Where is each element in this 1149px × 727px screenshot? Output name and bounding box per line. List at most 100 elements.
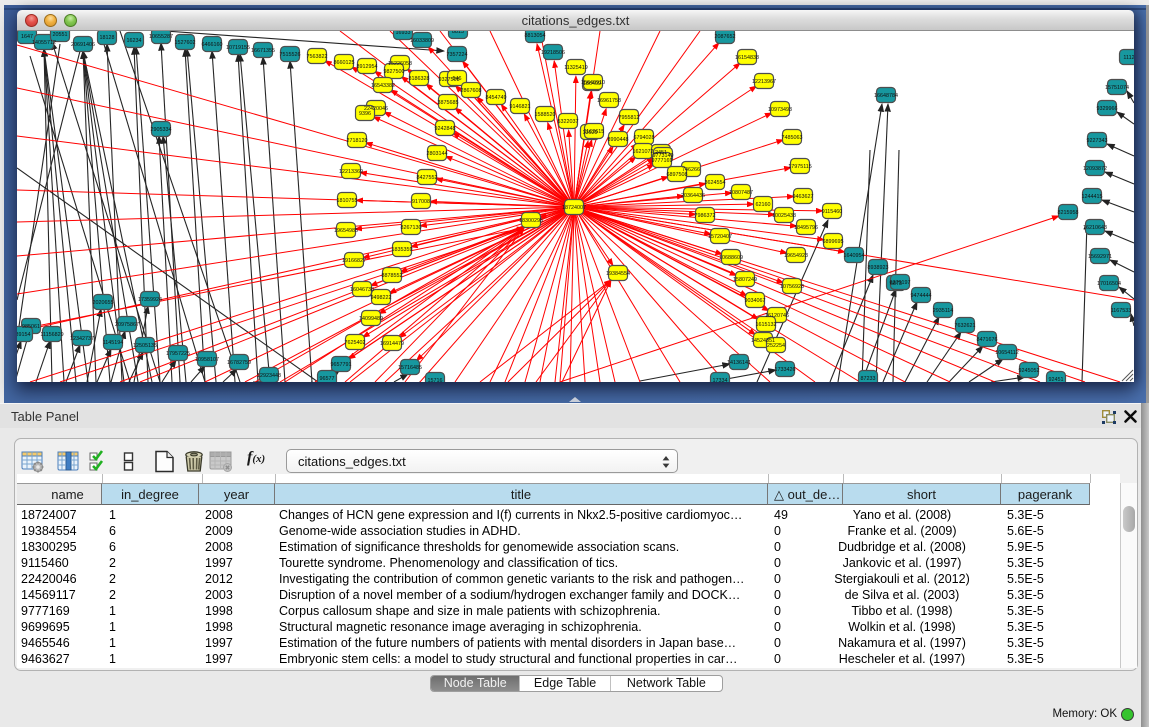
svg-text:9146821: 9146821 [510, 104, 531, 110]
svg-text:9827500: 9827500 [384, 69, 405, 75]
svg-text:7986372: 7986372 [695, 213, 716, 219]
svg-text:8938923: 8938923 [868, 265, 889, 271]
svg-text:16648784: 16648784 [874, 93, 898, 99]
svg-text:8660125: 8660125 [334, 60, 355, 66]
svg-text:9227343: 9227343 [1087, 138, 1108, 144]
svg-text:8267130: 8267130 [401, 225, 422, 231]
svg-text:1162615: 1162615 [584, 129, 605, 135]
svg-text:17359924: 17359924 [138, 297, 162, 303]
svg-text:6897508: 6897508 [667, 172, 688, 178]
svg-text:16933: 16933 [396, 31, 411, 36]
svg-text:9777169: 9777169 [652, 158, 673, 164]
svg-text:18128: 18128 [100, 35, 115, 41]
svg-text:15692971: 15692971 [1088, 254, 1112, 260]
svg-text:7357224: 7357224 [447, 52, 468, 58]
svg-text:7515526: 7515526 [280, 52, 301, 58]
svg-text:16210643: 16210643 [1083, 225, 1107, 231]
svg-text:1527602: 1527602 [175, 40, 196, 46]
svg-text:9329966: 9329966 [1097, 106, 1118, 112]
svg-text:10025438: 10025438 [772, 213, 796, 219]
svg-text:8813: 8813 [452, 31, 464, 35]
svg-text:1615132: 1615132 [756, 322, 777, 328]
svg-text:1810755: 1810755 [337, 198, 358, 204]
svg-text:985061: 985061 [22, 324, 40, 330]
svg-text:20364436: 20364436 [681, 193, 705, 199]
svg-text:16782759: 16782759 [227, 360, 251, 366]
svg-text:8427552: 8427552 [417, 175, 438, 181]
svg-text:15716485: 15716485 [398, 365, 422, 371]
svg-text:19654985: 19654985 [334, 228, 358, 234]
svg-text:15640910: 15640910 [581, 80, 605, 86]
svg-text:14055712: 14055712 [32, 40, 56, 46]
svg-text:8990448: 8990448 [608, 137, 629, 143]
svg-text:20551: 20551 [53, 32, 68, 38]
svg-text:18300295: 18300295 [519, 218, 543, 224]
svg-text:3875685: 3875685 [438, 100, 459, 106]
svg-text:17957225: 17957225 [166, 351, 190, 357]
svg-text:10719155: 10719155 [226, 45, 250, 51]
svg-text:1835359: 1835359 [392, 247, 413, 253]
svg-text:10958107: 10958107 [195, 357, 219, 363]
svg-text:2867608: 2867608 [461, 88, 482, 94]
svg-text:7485063: 7485063 [782, 135, 803, 141]
svg-text:14099489: 14099489 [359, 316, 383, 322]
svg-text:10973493: 10973493 [768, 107, 792, 113]
svg-text:10807487: 10807487 [729, 190, 753, 196]
svg-text:19166827: 19166827 [342, 258, 366, 264]
svg-text:12213967: 12213967 [752, 79, 776, 85]
svg-text:92451: 92451 [1049, 377, 1064, 382]
svg-text:19384554: 19384554 [606, 271, 630, 277]
svg-text:1167533: 1167533 [1111, 308, 1132, 314]
svg-text:19654923: 19654923 [784, 253, 808, 259]
svg-text:12093872: 12093872 [1083, 166, 1107, 172]
svg-text:10688609: 10688609 [719, 255, 743, 261]
svg-text:9474444: 9474444 [911, 293, 932, 299]
svg-text:7563822: 7563822 [307, 54, 328, 60]
svg-text:39154: 39154 [17, 332, 31, 338]
svg-text:3624554: 3624554 [705, 180, 726, 186]
svg-text:9463627: 9463627 [793, 194, 814, 200]
svg-text:2020655: 2020655 [93, 300, 114, 306]
svg-text:12342737: 12342737 [70, 336, 94, 342]
svg-text:8454749: 8454749 [486, 95, 507, 101]
svg-text:1733426: 1733426 [775, 367, 796, 373]
svg-text:12213369: 12213369 [339, 169, 363, 175]
svg-text:96577: 96577 [320, 376, 335, 382]
svg-text:6379197: 6379197 [890, 280, 911, 286]
svg-text:2087652: 2087652 [715, 34, 736, 40]
svg-text:10654112: 10654112 [995, 350, 1019, 356]
svg-text:9115460: 9115460 [822, 209, 843, 215]
svg-text:16120746: 16120746 [765, 313, 789, 319]
svg-text:9396: 9396 [359, 111, 371, 117]
svg-text:11325419: 11325419 [564, 65, 588, 71]
svg-text:15807249: 15807249 [733, 277, 757, 283]
svg-text:16543382: 16543382 [371, 83, 395, 89]
svg-text:8912954: 8912954 [357, 64, 378, 70]
svg-text:9034067: 9034067 [745, 298, 766, 304]
svg-text:2718120: 2718120 [347, 138, 368, 144]
svg-text:252254: 252254 [767, 343, 785, 349]
svg-text:16033809: 16033809 [410, 38, 434, 44]
svg-text:11156829: 11156829 [40, 332, 63, 338]
svg-text:62160: 62160 [756, 202, 771, 208]
svg-text:18724007: 18724007 [562, 205, 586, 211]
svg-text:19218506: 19218506 [541, 50, 565, 56]
svg-text:1640954: 1640954 [844, 253, 865, 259]
svg-text:16046738: 16046738 [350, 287, 374, 293]
svg-text:16914479: 16914479 [380, 341, 404, 347]
svg-text:17334: 17334 [713, 378, 728, 382]
svg-text:18495796: 18495796 [794, 225, 818, 231]
svg-text:16961758: 16961758 [597, 98, 621, 104]
svg-text:9657791: 9657791 [331, 362, 352, 368]
svg-text:8471676: 8471676 [977, 337, 998, 343]
svg-text:1621072: 1621072 [633, 149, 654, 155]
svg-text:15716: 15716 [428, 378, 443, 382]
svg-text:17016504: 17016504 [1097, 281, 1121, 287]
svg-text:15226058: 15226058 [388, 61, 412, 67]
svg-text:14136141: 14136141 [727, 360, 751, 366]
svg-text:5322037: 5322037 [558, 119, 579, 125]
svg-text:917008: 917008 [412, 199, 430, 205]
svg-text:7955812: 7955812 [619, 115, 640, 121]
svg-text:87233: 87233 [861, 376, 876, 382]
svg-text:9242848: 9242848 [435, 126, 456, 132]
